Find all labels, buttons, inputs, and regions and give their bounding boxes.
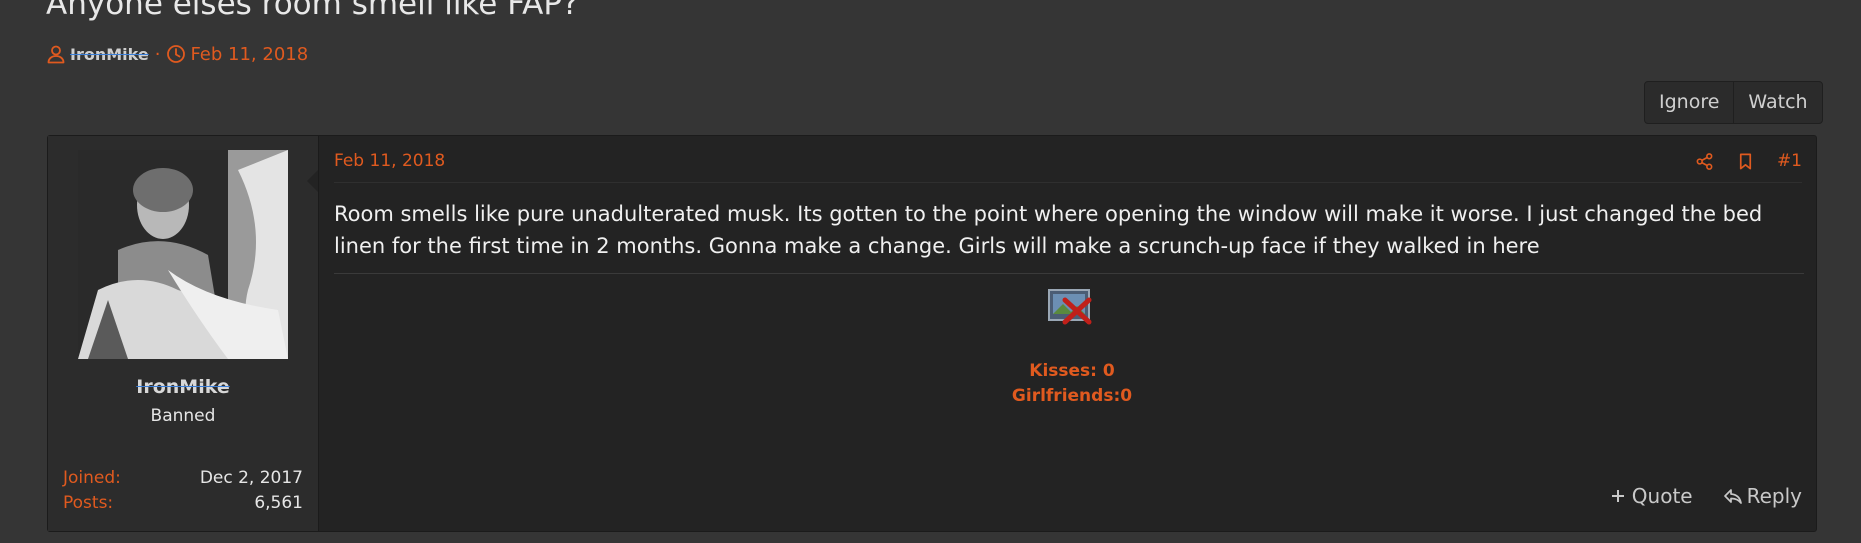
signature-girlfriends: Girlfriends:0	[1011, 386, 1133, 406]
share-icon[interactable]	[1695, 152, 1714, 171]
plus-icon	[1608, 486, 1628, 506]
reply-icon	[1723, 486, 1743, 506]
thread-action-buttons: Ignore Watch	[1644, 81, 1823, 124]
clock-icon	[166, 44, 186, 64]
stat-label: Joined:	[63, 468, 121, 488]
user-icon	[46, 44, 66, 64]
signature-kisses: Kisses: 0	[1029, 361, 1115, 381]
thread-meta: IronMike · Feb 11, 2018	[46, 42, 308, 66]
post-user-cell: IronMike Banned Joined: Dec 2, 2017 Post…	[48, 136, 319, 531]
signature-divider	[334, 273, 1804, 274]
poster-username-link[interactable]: IronMike	[48, 376, 318, 398]
ignore-button[interactable]: Ignore	[1645, 82, 1733, 123]
post-header-actions: #1	[1695, 151, 1802, 171]
reply-button[interactable]: Reply	[1723, 484, 1802, 508]
stat-value: Dec 2, 2017	[199, 468, 303, 488]
poster-user-title: Banned	[150, 406, 216, 426]
post-body-text: Room smells like pure unadulterated musk…	[334, 202, 1763, 258]
poster-stat-posts: Posts: 6,561	[63, 493, 303, 513]
avatar[interactable]	[78, 150, 288, 359]
post-number-link[interactable]: #1	[1777, 151, 1802, 171]
bookmark-icon[interactable]	[1736, 152, 1755, 171]
stat-value: 6,561	[254, 493, 303, 513]
post-container: IronMike Banned Joined: Dec 2, 2017 Post…	[47, 135, 1817, 532]
quote-button[interactable]: Quote	[1608, 484, 1693, 508]
message-pointer-arrow	[307, 170, 318, 192]
poster-stat-joined: Joined: Dec 2, 2017	[63, 468, 303, 488]
post-footer-actions: Quote Reply	[1608, 484, 1802, 508]
post-header: Feb 11, 2018 #1	[334, 150, 1802, 183]
meta-separator: ·	[154, 43, 161, 65]
thread-date-link[interactable]: Feb 11, 2018	[190, 44, 308, 65]
thread-title: Anyone elses room smell like FAP?	[46, 0, 579, 22]
thread-author-link[interactable]: IronMike	[70, 45, 149, 64]
broken-image-icon	[1047, 286, 1095, 326]
quote-label: Quote	[1631, 484, 1693, 508]
stat-label: Posts:	[63, 493, 114, 513]
reply-label: Reply	[1746, 484, 1802, 508]
post-date-link[interactable]: Feb 11, 2018	[334, 151, 445, 171]
watch-button[interactable]: Watch	[1733, 82, 1821, 123]
